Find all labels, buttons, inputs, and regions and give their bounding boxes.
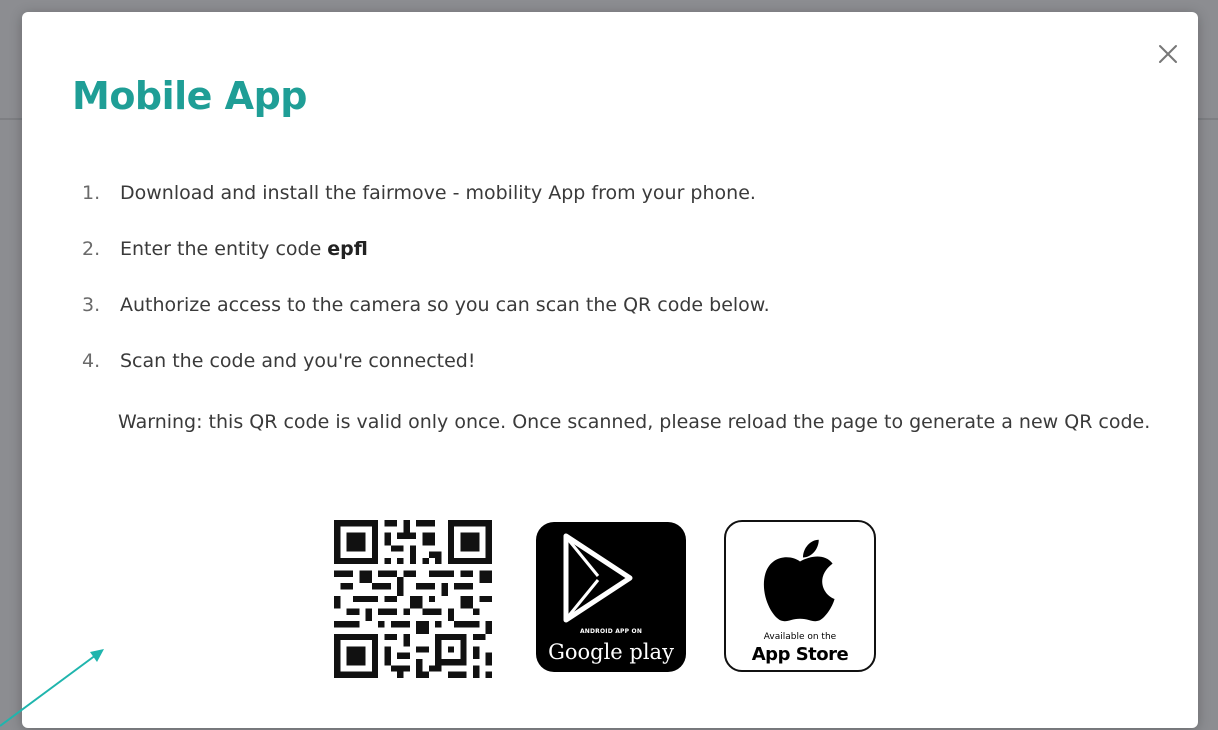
google-play-badge[interactable]: ANDROID APP ON Google play — [536, 522, 686, 672]
step-number: 4. — [82, 350, 101, 372]
app-store-small-text: Available on the — [763, 632, 837, 642]
modal-title: Mobile App — [72, 74, 308, 118]
step-text: Enter the entity code — [120, 238, 322, 260]
instruction-step-4: 4. Scan the code and you're connected! — [82, 348, 770, 404]
google-play-label: Google play — [548, 640, 674, 664]
instruction-list: 1. Download and install the fairmove - mo… — [82, 180, 770, 404]
entity-code: epfl — [327, 238, 368, 260]
mobile-app-modal: Mobile App 1. Download and install the fa… — [22, 12, 1198, 728]
step-text: Scan the code and you're connected! — [120, 350, 476, 372]
step-number: 1. — [82, 182, 101, 204]
backdrop-divider — [0, 118, 22, 120]
google-play-small-text: ANDROID APP ON — [579, 628, 643, 635]
close-icon[interactable] — [1154, 40, 1182, 68]
step-text: Download and install the fairmove - mobi… — [120, 182, 756, 204]
app-store-badge[interactable]: Available on the App Store — [724, 520, 876, 672]
backdrop-divider — [1198, 118, 1218, 120]
step-text: Authorize access to the camera so you ca… — [120, 294, 770, 316]
step-number: 2. — [82, 238, 101, 260]
qr-warning-text: Warning: this QR code is valid only once… — [118, 411, 1151, 433]
instruction-step-1: 1. Download and install the fairmove - mo… — [82, 180, 770, 236]
qr-code-image — [334, 520, 492, 678]
step-number: 3. — [82, 294, 101, 316]
app-store-label: App Store — [751, 644, 849, 665]
instruction-step-2: 2. Enter the entity code epfl — [82, 236, 770, 292]
instruction-step-3: 3. Authorize access to the camera so you … — [82, 292, 770, 348]
